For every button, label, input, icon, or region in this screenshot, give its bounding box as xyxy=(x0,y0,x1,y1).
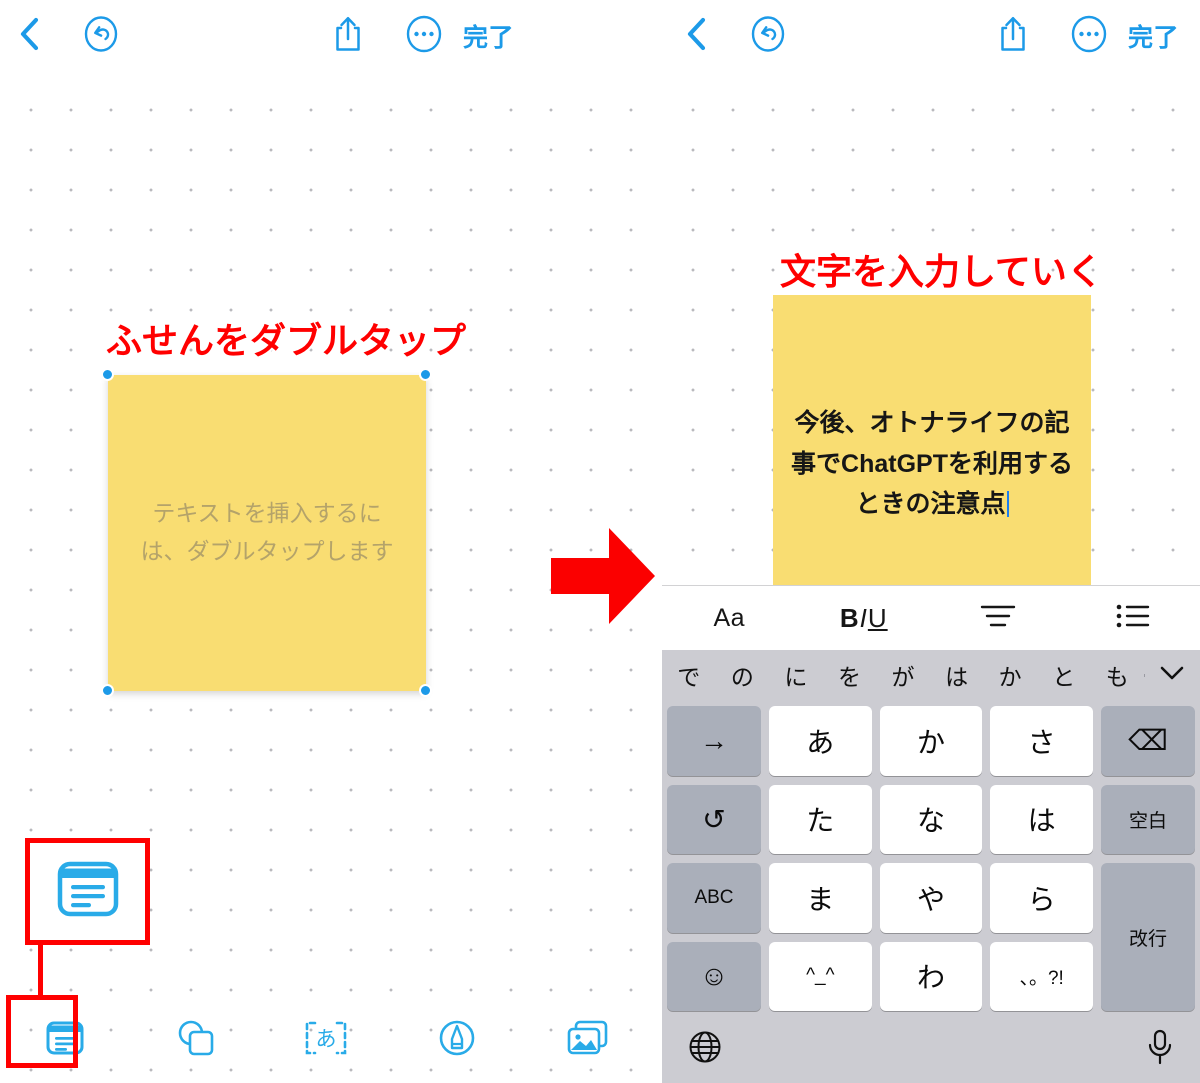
resize-handle-top-right[interactable] xyxy=(419,368,432,381)
undo-circle-icon xyxy=(749,15,787,58)
toolbar-item-shapes[interactable] xyxy=(131,1019,262,1062)
share-icon xyxy=(998,15,1028,58)
text-caret xyxy=(1006,491,1009,517)
chevron-down-icon xyxy=(1159,665,1185,686)
done-button[interactable]: 完了 xyxy=(1128,18,1179,54)
key-grid: → あ か さ ⌫ ↺ た な は 空白 ABC ま や ら 改行 ☺ ^_^ xyxy=(662,700,1200,1015)
align-center-icon xyxy=(980,603,1016,634)
japanese-keyboard: で の に を が は か と も → あ か さ ⌫ ↺ た な は 空白 A… xyxy=(662,650,1200,1083)
text-box-icon: あ xyxy=(304,1021,348,1060)
prediction-word[interactable]: の xyxy=(716,658,770,692)
toolbar-item-pen[interactable] xyxy=(392,1019,523,1062)
key-emoji[interactable]: ☺ xyxy=(667,941,761,1011)
bold-label: B xyxy=(839,603,860,633)
key-punctuation[interactable]: 、。?! xyxy=(990,941,1094,1011)
back-button[interactable] xyxy=(8,15,50,57)
align-button[interactable] xyxy=(931,603,1066,634)
keyboard-bottom-row xyxy=(662,1015,1200,1083)
zoom-callout-highlight-box xyxy=(25,838,150,945)
key-backspace[interactable]: ⌫ xyxy=(1101,706,1195,776)
key-ha[interactable]: は xyxy=(990,784,1094,854)
prediction-word[interactable]: は xyxy=(930,658,984,692)
pen-icon xyxy=(438,1019,476,1062)
more-options-button[interactable] xyxy=(402,14,446,58)
key-abc[interactable]: ABC xyxy=(667,863,761,933)
prediction-word[interactable]: も xyxy=(1091,658,1145,692)
resize-handle-bottom-right[interactable] xyxy=(419,684,432,697)
sticky-note-empty[interactable]: テキストを挿入するには、ダブルタップします xyxy=(108,375,426,691)
key-wa[interactable]: わ xyxy=(879,941,983,1011)
chevron-left-icon xyxy=(18,17,40,56)
media-icon xyxy=(567,1020,609,1061)
toolbar-item-media[interactable] xyxy=(522,1020,653,1061)
key-next-candidate[interactable]: → xyxy=(667,706,761,776)
prediction-word[interactable]: が xyxy=(876,658,930,692)
key-space[interactable]: 空白 xyxy=(1101,784,1195,854)
toolbar-item-text-box[interactable]: あ xyxy=(261,1021,392,1060)
italic-label: I xyxy=(859,603,868,633)
expand-candidates-button[interactable] xyxy=(1144,665,1200,686)
sticky-note-filled[interactable]: 今後、オトナライフの記事でChatGPTを利用するときの注意点 xyxy=(773,295,1091,585)
prediction-bar: で の に を が は か と も xyxy=(662,650,1200,700)
undo-circle-icon xyxy=(82,15,120,58)
bullet-list-icon xyxy=(1116,603,1150,634)
resize-handle-bottom-left[interactable] xyxy=(101,684,114,697)
left-annotation-text: ふせんをダブルタップ xyxy=(106,320,467,361)
more-ellipsis-icon xyxy=(1069,14,1109,59)
key-kaomoji[interactable]: ^_^ xyxy=(768,941,872,1011)
right-header-bar: 完了 xyxy=(662,0,1200,72)
list-button[interactable] xyxy=(1066,603,1200,634)
chevron-left-icon xyxy=(685,17,707,56)
left-header-bar: 完了 xyxy=(0,0,653,72)
prediction-word[interactable]: か xyxy=(983,658,1037,692)
sticky-note-text-wrapper: 今後、オトナライフの記事でChatGPTを利用するときの注意点 xyxy=(773,403,1091,525)
sticky-note-placeholder: テキストを挿入するには、ダブルタップします xyxy=(140,500,394,564)
prediction-word[interactable]: と xyxy=(1037,658,1091,692)
key-sa[interactable]: さ xyxy=(990,706,1094,776)
screenshot-stage: 完了 ふせんをダブルタップ テキストを挿入するには、ダブルタップします あ 完了… xyxy=(0,0,1200,1083)
more-ellipsis-icon xyxy=(404,14,444,59)
back-button[interactable] xyxy=(675,15,717,57)
key-ra[interactable]: ら xyxy=(990,863,1094,933)
key-ma[interactable]: ま xyxy=(768,863,872,933)
shapes-icon xyxy=(176,1019,216,1062)
right-panel-after: 完了 文字を入力していく 今後、オトナライフの記事でChatGPTを利用するとき… xyxy=(662,0,1200,1083)
right-annotation-text: 文字を入力していく xyxy=(780,251,1103,292)
bold-italic-underline-button[interactable]: BIU xyxy=(797,603,932,634)
key-ka[interactable]: か xyxy=(879,706,983,776)
key-a[interactable]: あ xyxy=(768,706,872,776)
globe-icon[interactable] xyxy=(688,1030,722,1069)
key-undo[interactable]: ↺ xyxy=(667,784,761,854)
font-style-button[interactable]: Aa xyxy=(662,604,797,633)
share-button[interactable] xyxy=(326,13,370,59)
transition-arrow xyxy=(551,526,655,626)
sticky-note-text: 今後、オトナライフの記事でChatGPTを利用するときの注意点 xyxy=(791,409,1073,518)
underline-label: U xyxy=(867,603,888,633)
share-button[interactable] xyxy=(991,13,1035,59)
share-icon xyxy=(333,15,363,58)
undo-button[interactable] xyxy=(747,15,789,57)
microphone-icon[interactable] xyxy=(1146,1029,1174,1070)
more-options-button[interactable] xyxy=(1067,14,1111,58)
bottom-toolbar: あ xyxy=(0,997,653,1083)
key-na[interactable]: な xyxy=(879,784,983,854)
done-button[interactable]: 完了 xyxy=(463,18,514,54)
toolbar-item-highlight-box xyxy=(6,995,78,1068)
svg-text:あ: あ xyxy=(316,1028,337,1051)
prediction-word[interactable]: で xyxy=(662,658,716,692)
prediction-word[interactable]: に xyxy=(769,658,823,692)
key-ya[interactable]: や xyxy=(879,863,983,933)
callout-connector-line xyxy=(38,940,43,998)
key-return[interactable]: 改行 xyxy=(1101,863,1195,1011)
resize-handle-top-left[interactable] xyxy=(101,368,114,381)
prediction-word[interactable]: を xyxy=(823,658,877,692)
text-format-bar: Aa BIU xyxy=(662,585,1200,651)
undo-button[interactable] xyxy=(80,15,122,57)
key-ta[interactable]: た xyxy=(768,784,872,854)
